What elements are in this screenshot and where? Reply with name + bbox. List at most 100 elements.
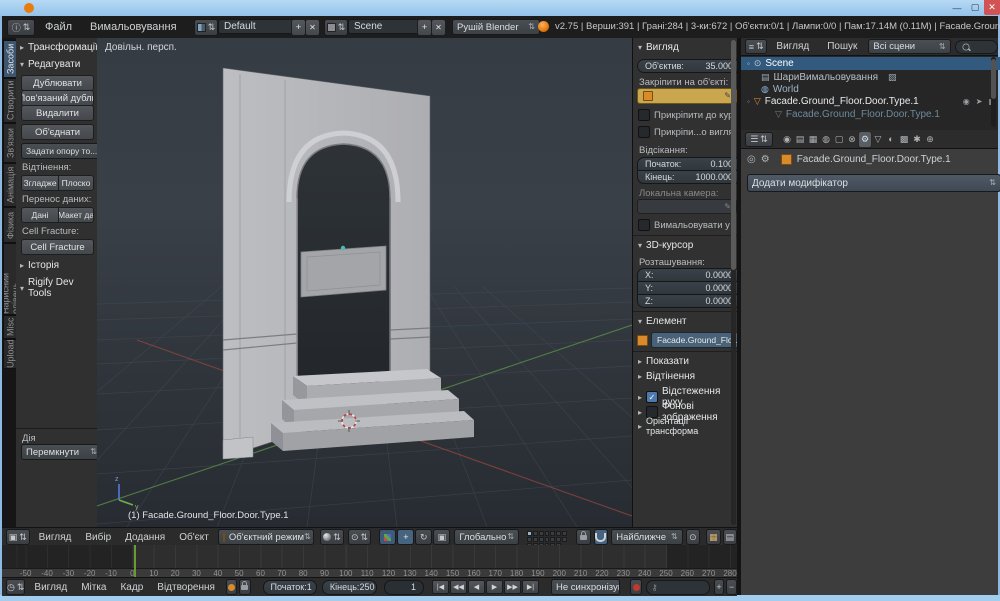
panel-header-3d-cursor[interactable]: ▾ 3D-курсор <box>638 240 693 251</box>
delete-keyframe-button[interactable]: − <box>726 579 737 595</box>
layout-add-button[interactable]: + <box>291 19 306 36</box>
panel-header-edit[interactable]: ▾ Редагувати <box>20 59 80 70</box>
layer-toggle[interactable] <box>527 537 532 542</box>
scene-add-button[interactable]: + <box>417 19 432 36</box>
disclosure-icon[interactable]: ◦ <box>747 59 750 68</box>
frame-start-field[interactable]: Початок: 1 <box>263 580 317 595</box>
properties-tab[interactable]: ⊗ <box>846 132 858 147</box>
add-modifier-menu[interactable]: Додати модифікатор ⇅ <box>747 174 1000 192</box>
editor-type-outliner-button[interactable]: ≡ ⇅ <box>745 39 767 54</box>
outliner-filter-select[interactable]: Всі сцени ⇅ <box>868 39 950 54</box>
transfer-data-layout-button[interactable]: Макет да <box>58 207 94 223</box>
properties-tab[interactable]: ▢ <box>833 132 845 147</box>
close-button[interactable]: ✕ <box>984 0 1000 15</box>
panel-header-display[interactable]: ▸ Показати <box>638 356 689 367</box>
lock-cursor-row[interactable]: Прикріпити до курс... <box>638 109 734 121</box>
layer-toggle[interactable] <box>545 537 550 542</box>
panel-header-view[interactable]: ▾ Вигляд <box>638 42 679 53</box>
scrollbar-thumb[interactable] <box>991 59 996 99</box>
layer-toggle[interactable] <box>539 531 544 536</box>
window-titlebar[interactable]: — ▢ ✕ <box>0 0 1000 16</box>
disclosure-icon[interactable]: ◦ <box>747 97 750 106</box>
properties-tab[interactable]: ◐ <box>885 132 897 147</box>
layout-browse-button[interactable]: ⇅ <box>194 19 218 36</box>
properties-tab[interactable]: ▽ <box>872 132 884 147</box>
sync-select[interactable]: Не синхронізувати ⇅ <box>551 579 620 595</box>
join-button[interactable]: Об'єднати <box>21 124 94 140</box>
playback-button[interactable]: ▶ <box>486 580 503 594</box>
layer-toggle[interactable] <box>545 531 550 536</box>
panel-header-item[interactable]: ▾ Елемент <box>638 316 687 327</box>
minimize-button[interactable]: — <box>950 1 964 14</box>
editor-type-info-button[interactable]: ⓘ ⇅ <box>7 19 35 36</box>
maximize-button[interactable]: ▢ <box>968 1 982 14</box>
clip-start-slider[interactable]: Початок: 0.100 <box>637 157 741 171</box>
properties-tab[interactable]: ✱ <box>911 132 923 147</box>
render-engine-select[interactable]: Рушій Blender ⇅ <box>452 19 540 35</box>
lock-camera-row[interactable]: Прикріпи...о вигляду <box>638 126 734 138</box>
playback-button[interactable]: ▶| <box>522 580 539 594</box>
timeline-menu-item[interactable]: Кадр <box>113 582 150 593</box>
lock-object-field[interactable]: ✎ <box>637 88 737 104</box>
orientation-select[interactable]: Глобально ⇅ <box>454 529 519 545</box>
cell-fracture-button[interactable]: Cell Fracture <box>21 239 94 255</box>
panel-header-shading[interactable]: ▸ Відтінення <box>638 371 695 382</box>
panel-header-rigify[interactable]: ▾ Rigify Dev Tools <box>20 277 97 299</box>
timeline-ruler[interactable]: -50-40-30-20-100102030405060708090100110… <box>2 568 737 577</box>
local-camera-field[interactable]: ✎ <box>637 199 737 214</box>
scene-delete-button[interactable]: ✕ <box>431 19 446 36</box>
eyedropper-icon[interactable]: ✎ <box>724 92 731 100</box>
outliner-menu-search[interactable]: Пошук <box>818 41 866 52</box>
editor-type-timeline-button[interactable]: ◷ ⇅ <box>6 579 25 595</box>
item-name-field[interactable]: Facade.Ground_Flo... <box>651 332 739 348</box>
scene-browse-button[interactable]: ⇅ <box>324 19 348 36</box>
insert-keyframe-button[interactable]: + <box>714 579 725 595</box>
outliner-search-field[interactable] <box>955 40 998 54</box>
scene-lock-toggle[interactable] <box>576 529 590 545</box>
auto-keyframe-toggle[interactable] <box>630 579 641 595</box>
layer-toggle[interactable] <box>550 537 555 542</box>
keying-set-field[interactable]: ⚷ <box>646 580 710 595</box>
properties-tab[interactable]: ◍ <box>820 132 832 147</box>
cursor-y-slider[interactable]: Y: 0.0000 <box>637 281 741 295</box>
properties-tab[interactable]: ▤ <box>794 132 806 147</box>
properties-tab[interactable]: ⚙ <box>859 132 871 147</box>
shade-flat-button[interactable]: Плоско <box>58 175 94 191</box>
playback-button[interactable]: ◀ <box>468 580 485 594</box>
frame-lock-toggle[interactable] <box>239 579 250 595</box>
layer-toggle[interactable] <box>556 531 561 536</box>
view3d-menu-item[interactable]: Додання <box>118 532 172 543</box>
timeline-menu-item[interactable]: Мітка <box>74 582 113 593</box>
manipulator-translate-button[interactable]: + <box>397 529 414 545</box>
playback-button[interactable]: ◀◀ <box>450 580 467 594</box>
layer-toggle[interactable] <box>562 531 567 536</box>
set-origin-menu[interactable]: Задати опору то... ⇅ <box>21 143 102 159</box>
view3d-menu-item[interactable]: Вигляд <box>32 532 79 543</box>
panel-header-transform[interactable]: ▸ Трансформації <box>20 42 98 53</box>
top-menu-item[interactable]: Файл <box>36 21 81 33</box>
layer-toggle[interactable] <box>539 537 544 542</box>
outliner-scrollbar[interactable] <box>991 57 996 127</box>
timeline-menu-item[interactable]: Вигляд <box>27 582 74 593</box>
properties-tab[interactable]: ⊕ <box>924 132 936 147</box>
render-border-row[interactable]: Вимальовувати у межах <box>638 219 736 231</box>
render-border-checkbox[interactable] <box>638 219 650 231</box>
outliner-row-world[interactable]: ◍ World <box>741 83 1000 95</box>
layer-toggle[interactable] <box>527 531 532 536</box>
scrollbar-thumb[interactable] <box>731 40 736 270</box>
mode-select[interactable]: Об'єктний режим ⇅ <box>218 529 314 545</box>
playback-button[interactable]: |◀ <box>432 580 449 594</box>
render-opengl-button[interactable]: ▦ <box>706 529 720 545</box>
manipulator-toggle[interactable] <box>379 529 396 545</box>
editor-type-view3d-button[interactable]: ▣ ⇅ <box>6 529 30 545</box>
editor-type-properties-button[interactable]: ☰ ⇅ <box>745 132 773 147</box>
properties-tab[interactable]: ▩ <box>898 132 910 147</box>
scene-name-field[interactable]: Scene <box>348 19 426 34</box>
snap-element-select[interactable]: Найближче ⇅ <box>611 529 682 545</box>
lock-camera-checkbox[interactable] <box>638 126 650 138</box>
current-frame-field[interactable]: 1 <box>384 580 424 595</box>
delete-button[interactable]: Видалити <box>21 105 94 121</box>
eyedropper-icon[interactable]: ✎ <box>724 203 731 211</box>
viewport-3d[interactable]: y z Довільн. персп. (1) Facade.Ground_Fl… <box>97 38 632 527</box>
visibility-eye-icon[interactable]: ◉ <box>963 97 970 106</box>
